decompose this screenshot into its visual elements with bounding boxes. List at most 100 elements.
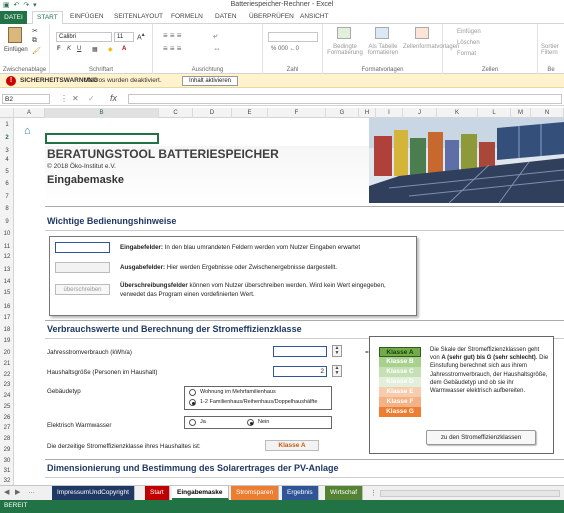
selected-cell[interactable] xyxy=(45,133,159,144)
sort-filter-button[interactable]: Sortier Filtern xyxy=(541,44,563,56)
row-header[interactable]: 3 xyxy=(0,148,14,154)
merge-icon[interactable]: ⇔ xyxy=(213,44,221,53)
column-header[interactable]: I xyxy=(376,108,403,118)
row-header[interactable]: 12 xyxy=(0,254,14,260)
row-header[interactable]: 26 xyxy=(0,415,14,421)
font-size-select[interactable]: 11 xyxy=(114,32,134,42)
tab-start[interactable]: START xyxy=(32,11,63,25)
building-option-radio[interactable] xyxy=(189,389,196,396)
row-header[interactable]: 5 xyxy=(0,169,14,175)
column-header[interactable]: A xyxy=(14,108,45,118)
row-header[interactable]: 18 xyxy=(0,327,14,333)
sheet-tab-impressum[interactable]: ImpressumUndCopyright xyxy=(52,486,135,500)
column-header[interactable]: C xyxy=(159,108,193,118)
italic-button[interactable]: K xyxy=(67,46,71,52)
tab-ueberpruefen[interactable]: ÜBERPRÜFEN xyxy=(249,13,294,20)
row-header[interactable]: 7 xyxy=(0,194,14,200)
annual-consumption-spinner[interactable]: ▲ ▼ xyxy=(332,345,342,357)
border-icon[interactable]: ▦ xyxy=(92,46,98,53)
row-header[interactable]: 25 xyxy=(0,404,14,410)
row-header[interactable]: 31 xyxy=(0,468,14,474)
select-all-corner[interactable] xyxy=(0,108,14,118)
sheet-tab-wirtschaft[interactable]: Wirtschaf xyxy=(325,486,364,500)
copy-icon[interactable]: ⧉ xyxy=(32,37,37,45)
row-header[interactable]: 17 xyxy=(0,315,14,321)
wrap-text-icon[interactable]: ⤶ xyxy=(213,31,217,41)
column-header[interactable]: G xyxy=(326,108,359,118)
fill-color-icon[interactable]: ◆ xyxy=(108,46,113,53)
column-header[interactable]: M xyxy=(511,108,531,118)
paste-icon[interactable] xyxy=(8,27,22,43)
row-header[interactable]: 23 xyxy=(0,382,14,388)
column-header[interactable]: J xyxy=(403,108,437,118)
household-size-spinner[interactable]: ▲ ▼ xyxy=(332,365,342,377)
column-header[interactable]: F xyxy=(268,108,326,118)
sheet-tab-eingabemaske[interactable]: Eingabemaske xyxy=(172,486,229,500)
name-box[interactable]: B2 xyxy=(2,94,50,104)
align-top-icon[interactable]: ≡ ≡ ≡ xyxy=(163,31,181,40)
annual-consumption-input[interactable] xyxy=(273,346,327,357)
align-left-icon[interactable]: ≡ ≡ ≡ xyxy=(163,44,181,53)
column-header[interactable]: E xyxy=(232,108,268,118)
tab-seitenlayout[interactable]: SEITENLAYOUT xyxy=(114,13,163,20)
tab-datei[interactable]: DATEI xyxy=(0,11,27,24)
formula-input[interactable] xyxy=(128,94,562,104)
row-header[interactable]: 22 xyxy=(0,372,14,378)
row-header[interactable]: 20 xyxy=(0,350,14,356)
column-header[interactable]: H xyxy=(359,108,376,118)
row-header[interactable]: 29 xyxy=(0,447,14,453)
row-header[interactable]: 32 xyxy=(0,478,14,484)
row-header[interactable]: 13 xyxy=(0,267,14,273)
tab-formeln[interactable]: FORMELN xyxy=(171,13,203,20)
home-icon[interactable]: ⌂ xyxy=(24,125,31,137)
tab-daten[interactable]: DATEN xyxy=(215,13,237,20)
row-header[interactable]: 30 xyxy=(0,458,14,464)
household-size-input[interactable]: 2 xyxy=(273,366,327,377)
format-painter-icon[interactable]: 🖌 xyxy=(32,47,41,55)
sheet-tab-start[interactable]: Start xyxy=(145,486,170,500)
font-grow-icon[interactable]: A▴ xyxy=(137,32,145,41)
row-header[interactable]: 15 xyxy=(0,290,14,296)
conditional-format-icon[interactable] xyxy=(337,27,351,39)
building-option-radio[interactable] xyxy=(189,399,196,406)
horizontal-scrollbar[interactable] xyxy=(380,490,560,497)
row-header[interactable]: 6 xyxy=(0,181,14,187)
row-header[interactable]: 19 xyxy=(0,338,14,344)
row-header[interactable]: 4 xyxy=(0,157,14,163)
delete-cells-button[interactable]: Löschen xyxy=(457,40,480,46)
row-header[interactable]: 8 xyxy=(0,206,14,212)
row-header[interactable]: 2 xyxy=(0,135,14,141)
water-option-radio[interactable] xyxy=(189,419,196,426)
number-format-icons[interactable]: % 000 ←0 xyxy=(271,46,299,52)
paste-button[interactable]: Einfügen xyxy=(4,47,28,53)
row-header[interactable]: 14 xyxy=(0,279,14,285)
row-header[interactable]: 21 xyxy=(0,361,14,367)
font-color-icon[interactable]: A xyxy=(122,46,126,52)
bold-button[interactable]: F xyxy=(57,46,61,52)
sheet-tab-ergebnis[interactable]: Ergebnis xyxy=(282,486,319,500)
efficiency-classes-button[interactable]: zu den Stromeffizienzklassen xyxy=(426,430,536,445)
column-header[interactable]: L xyxy=(478,108,511,118)
conditional-format-button[interactable]: Bedingte Formatierung xyxy=(327,44,363,56)
font-name-select[interactable]: Calibri xyxy=(56,32,112,42)
cell-styles-button[interactable]: Zellenformatvorlagen xyxy=(403,44,459,50)
row-header[interactable]: 27 xyxy=(0,425,14,431)
row-header[interactable]: 10 xyxy=(0,231,14,237)
more-sheets-icon[interactable]: … xyxy=(28,488,35,495)
column-header[interactable]: D xyxy=(193,108,232,118)
row-header[interactable]: 11 xyxy=(0,244,14,250)
insert-cells-button[interactable]: Einfügen xyxy=(457,29,481,35)
more-icon[interactable]: ⋮ xyxy=(60,94,68,103)
cell-styles-icon[interactable] xyxy=(415,27,429,39)
number-format-select[interactable] xyxy=(268,32,318,42)
sheet-tab-stromsparen[interactable]: Stromsparen xyxy=(231,486,280,500)
sheet-options-icon[interactable]: ⋮ xyxy=(370,489,377,497)
water-option-radio[interactable] xyxy=(247,419,254,426)
cut-icon[interactable]: ✂ xyxy=(32,27,38,35)
enable-content-button[interactable]: Inhalt aktivieren xyxy=(182,76,238,86)
tab-einfuegen[interactable]: EINFÜGEN xyxy=(70,13,104,20)
row-header[interactable]: 1 xyxy=(0,122,14,128)
cancel-icon[interactable]: ✕ xyxy=(72,94,79,103)
row-header[interactable]: 9 xyxy=(0,219,14,225)
next-sheet-icon[interactable]: ▶ xyxy=(15,488,20,496)
